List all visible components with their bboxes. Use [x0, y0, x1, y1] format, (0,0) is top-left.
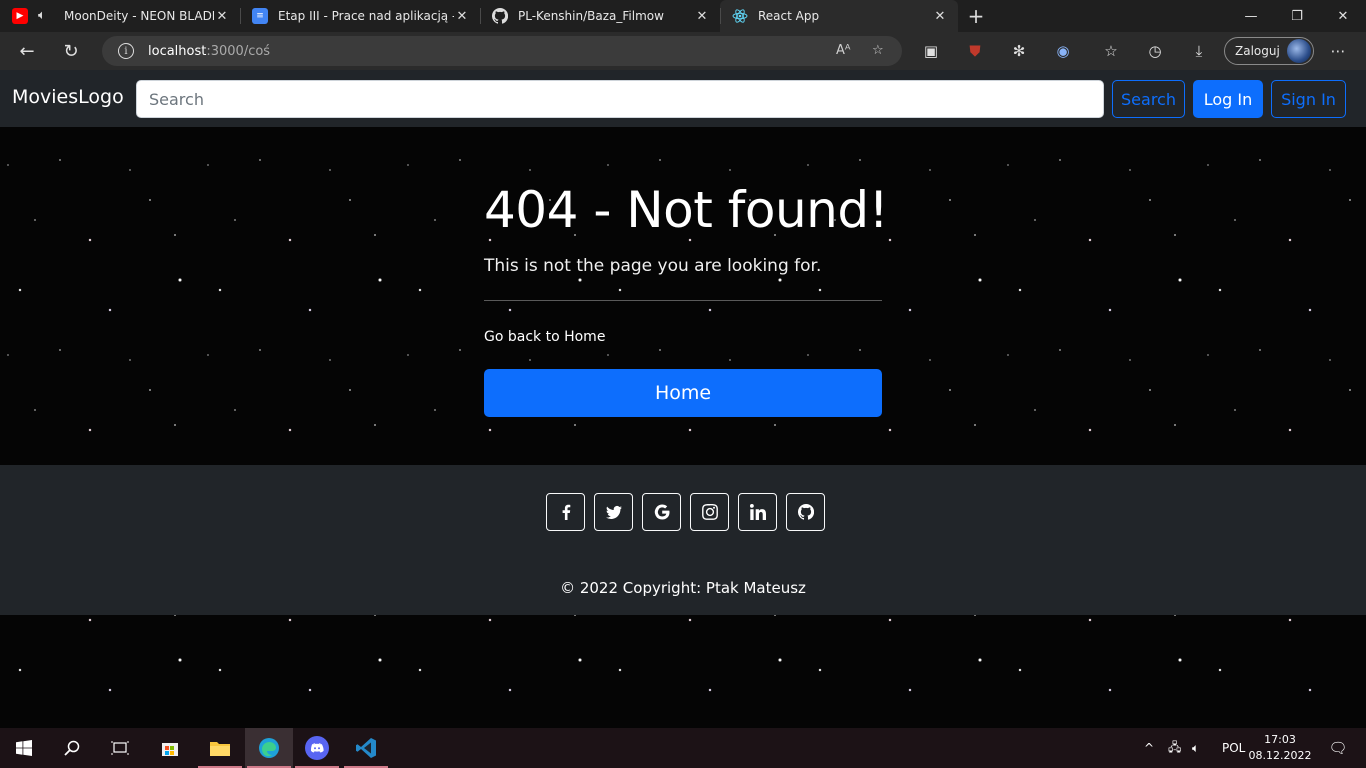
extension-search-icon[interactable]: ◉	[1053, 41, 1073, 61]
tab-title: React App	[758, 9, 820, 23]
search-button[interactable]: Search	[1112, 80, 1185, 118]
profile-button[interactable]: Zaloguj	[1224, 37, 1314, 65]
file-explorer-icon[interactable]	[196, 728, 244, 768]
search-input[interactable]	[136, 80, 1104, 118]
show-hidden-icons-icon[interactable]: ^	[1144, 741, 1158, 755]
tab-title: MoonDeity - NEON BLADE	[64, 9, 214, 23]
tab-github[interactable]: PL-Kenshin/Baza_Filmow ✕	[480, 0, 720, 32]
twitter-icon[interactable]	[594, 493, 633, 531]
more-menu-icon[interactable]: ⋯	[1328, 41, 1348, 61]
divider	[484, 300, 882, 301]
close-window-icon[interactable]: ✕	[1320, 0, 1366, 32]
vscode-icon[interactable]	[342, 728, 390, 768]
signin-button[interactable]: Sign In	[1271, 80, 1346, 118]
download-icon[interactable]: ⤓	[1189, 41, 1209, 61]
site-navbar: MoviesLogo Search Log In Sign In	[0, 70, 1366, 127]
login-button[interactable]: Log In	[1193, 80, 1263, 118]
back-arrow-icon[interactable]: ←	[14, 39, 40, 63]
tab-title: Etap III - Prace nad aplikacją - Do	[278, 9, 454, 23]
profile-label: Zaloguj	[1235, 44, 1280, 58]
notifications-icon[interactable]: 🗨︎	[1314, 728, 1362, 768]
avatar	[1287, 39, 1311, 63]
task-view-icon[interactable]	[96, 728, 144, 768]
close-tab-icon[interactable]: ✕	[454, 9, 470, 24]
github-icon	[492, 8, 508, 24]
tab-react-app[interactable]: React App ✕	[720, 0, 958, 32]
url-host: localhost	[148, 43, 207, 59]
ublock-icon[interactable]: ⛊	[965, 41, 985, 61]
facebook-icon[interactable]	[546, 493, 585, 531]
tab-youtube[interactable]: ▶ 🔈︎ MoonDeity - NEON BLADE ✕	[0, 0, 240, 32]
edge-icon[interactable]	[245, 728, 293, 768]
close-tab-icon[interactable]: ✕	[694, 9, 710, 24]
volume-icon[interactable]: 🔈︎	[1192, 741, 1210, 756]
system-tray: ^ 🖧︎ 🔈︎ POL	[1144, 728, 1245, 768]
store-icon[interactable]	[146, 728, 194, 768]
close-tab-icon[interactable]: ✕	[932, 9, 948, 24]
clock-date: 08.12.2022	[1248, 749, 1312, 762]
linkedin-icon[interactable]	[738, 493, 777, 531]
social-links	[546, 493, 825, 531]
window-controls: — ❐ ✕	[1228, 0, 1366, 32]
github-icon[interactable]	[786, 493, 825, 531]
discord-icon[interactable]	[293, 728, 341, 768]
speaker-icon[interactable]: 🔈︎	[38, 8, 54, 24]
refresh-icon[interactable]: ↻	[58, 39, 84, 63]
extension-gear-icon[interactable]: ✻	[1009, 41, 1029, 61]
lead-text: This is not the page you are looking for…	[484, 256, 822, 276]
google-icon[interactable]	[642, 493, 681, 531]
browser-toolbar: ← ↻ i localhost:3000/coś Aᴬ ☆ ▣ ⛊ ✻ ◉ ☆ …	[0, 32, 1366, 70]
go-back-text: Go back to Home	[484, 329, 606, 345]
copyright-text: © 2022 Copyright: Ptak Mateusz	[560, 579, 806, 597]
home-button[interactable]: Home	[484, 369, 882, 417]
extension-icon[interactable]: ▣	[921, 41, 941, 61]
google-docs-icon: ≡	[252, 8, 268, 24]
close-tab-icon[interactable]: ✕	[214, 9, 230, 24]
history-icon[interactable]: ◷	[1145, 41, 1165, 61]
favorites-icon[interactable]: ☆	[1101, 41, 1121, 61]
clock[interactable]: 17:03 08.12.2022	[1248, 732, 1312, 764]
instagram-icon[interactable]	[690, 493, 729, 531]
add-favorite-icon[interactable]: ☆	[872, 43, 884, 58]
url-path: :3000/coś	[206, 43, 271, 59]
tab-google-docs[interactable]: ≡ Etap III - Prace nad aplikacją - Do ✕	[240, 0, 480, 32]
not-found-section: 404 - Not found! This is not the page yo…	[484, 180, 889, 417]
maximize-icon[interactable]: ❐	[1274, 0, 1320, 32]
windows-start-icon[interactable]	[0, 728, 48, 768]
address-bar[interactable]: i localhost:3000/coś Aᴬ ☆	[102, 36, 902, 66]
site-footer: © 2022 Copyright: Ptak Mateusz	[0, 465, 1366, 615]
new-tab-button[interactable]: +	[958, 0, 994, 32]
language-indicator[interactable]: POL	[1222, 741, 1245, 755]
youtube-icon: ▶	[12, 8, 28, 24]
browser-tab-bar: ▶ 🔈︎ MoonDeity - NEON BLADE ✕ ≡ Etap III…	[0, 0, 1366, 32]
page-viewport: MoviesLogo Search Log In Sign In 404 - N…	[0, 70, 1366, 728]
clock-time: 17:03	[1264, 733, 1296, 746]
search-icon[interactable]	[48, 728, 96, 768]
brand-logo[interactable]: MoviesLogo	[12, 86, 124, 108]
windows-taskbar: ^ 🖧︎ 🔈︎ POL 17:03 08.12.2022 🗨︎	[0, 728, 1366, 768]
minimize-icon[interactable]: —	[1228, 0, 1274, 32]
page-title: 404 - Not found!	[484, 181, 889, 239]
network-icon[interactable]: 🖧︎	[1168, 738, 1186, 759]
read-aloud-icon[interactable]: Aᴬ	[836, 43, 851, 58]
tab-title: PL-Kenshin/Baza_Filmow	[518, 9, 664, 23]
site-info-icon[interactable]: i	[118, 43, 134, 59]
react-icon	[732, 8, 748, 24]
